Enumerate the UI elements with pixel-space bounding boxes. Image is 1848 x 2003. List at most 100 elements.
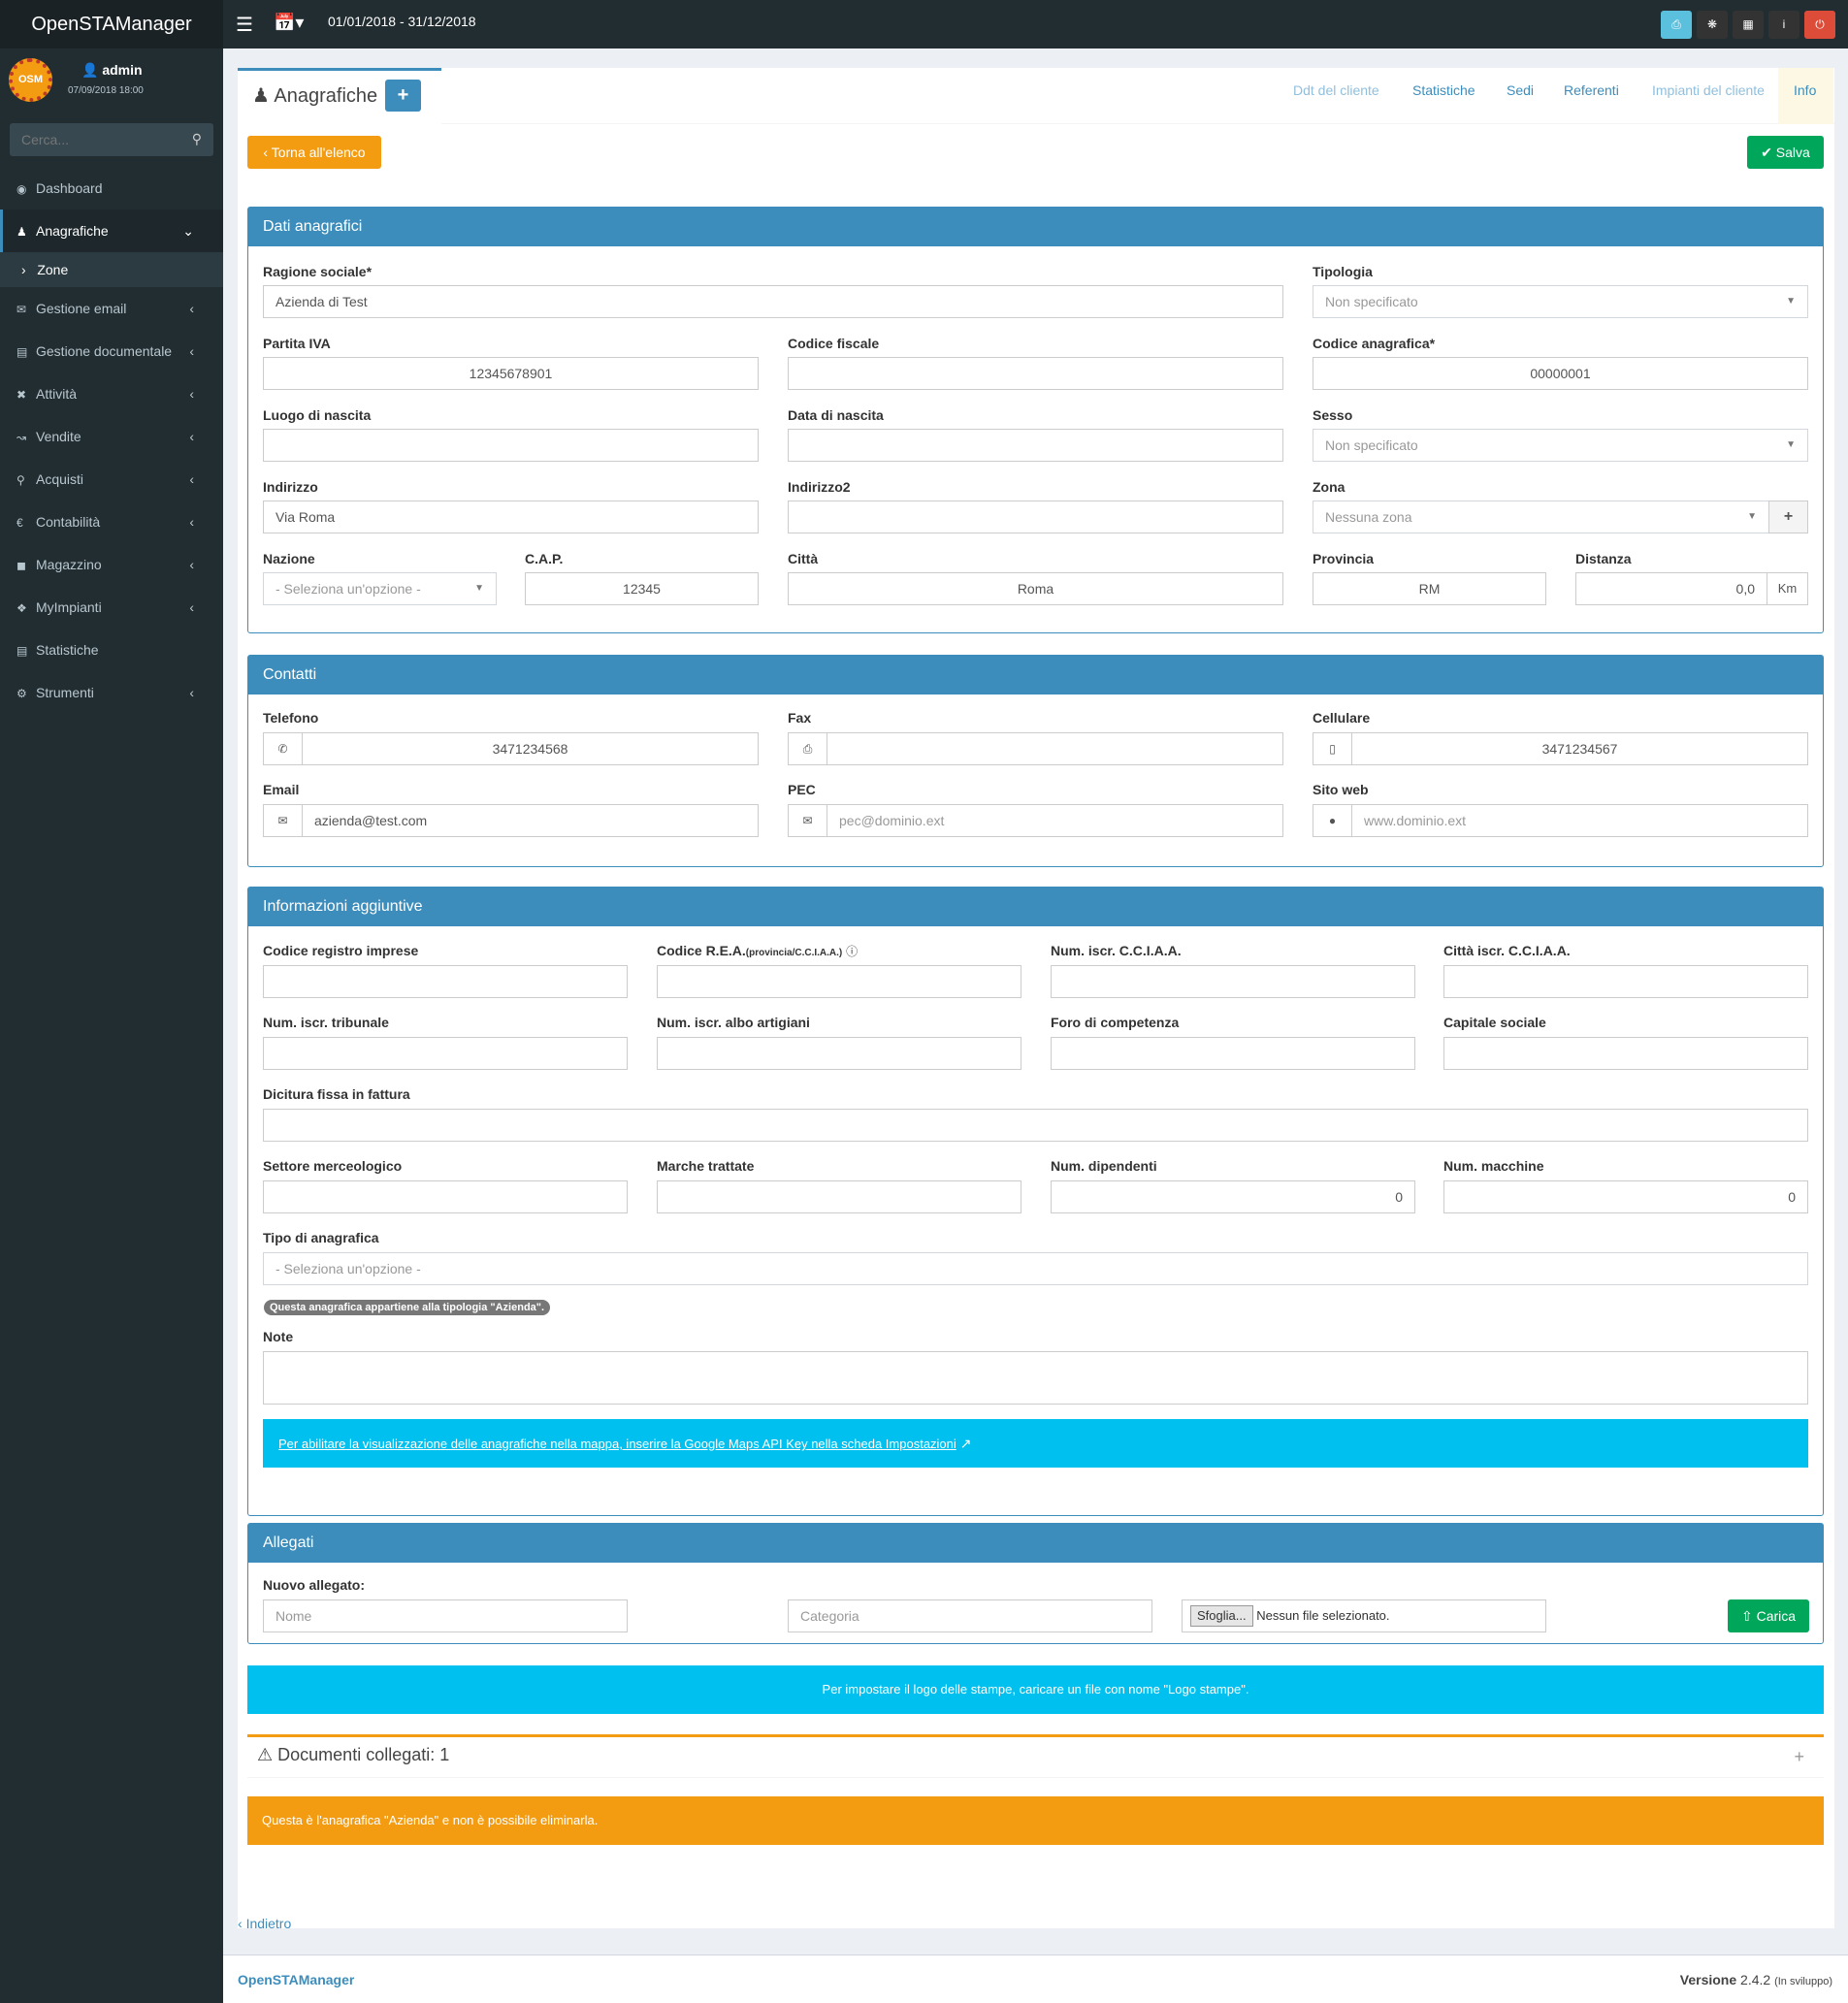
sidebar-item-strumenti[interactable]: ⚙ Strumenti ‹ — [0, 671, 223, 714]
gear-icon: ⚙ — [16, 687, 27, 700]
warning-icon: ⚠ — [257, 1745, 274, 1764]
tab-sedi[interactable]: Sedi — [1507, 82, 1534, 98]
indirizzo2-input[interactable] — [788, 501, 1283, 533]
pec-input[interactable]: pec@dominio.ext — [827, 804, 1283, 837]
codice-registro-input[interactable] — [263, 965, 628, 998]
tab-ddt-cliente[interactable]: Ddt del cliente — [1293, 82, 1379, 98]
macchine-input[interactable]: 0 — [1443, 1180, 1808, 1213]
data-nascita-input[interactable] — [788, 429, 1283, 462]
documenti-title: ⚠ Documenti collegati: 1 — [257, 1745, 450, 1764]
back-link[interactable]: ‹ Indietro — [238, 1916, 291, 1931]
footer-brand[interactable]: OpenSTAManager — [238, 1972, 354, 1987]
sidebar-item-gestione-email[interactable]: ✉ Gestione email ‹ — [0, 287, 223, 330]
info-icon[interactable]: i — [1768, 11, 1799, 39]
marche-input[interactable] — [657, 1180, 1021, 1213]
back-to-list-button[interactable]: ‹ Torna all'elenco — [247, 136, 381, 169]
sidebar-item-contabilita[interactable]: € Contabilità ‹ — [0, 501, 223, 543]
label-indirizzo2: Indirizzo2 — [788, 479, 851, 495]
upload-button[interactable]: ⇧ Carica — [1728, 1599, 1809, 1632]
caret-down-icon: ▼ — [1747, 511, 1757, 522]
add-anagrafica-button[interactable]: + — [385, 80, 421, 112]
num-tribunale-input[interactable] — [263, 1037, 628, 1070]
note-textarea[interactable] — [263, 1351, 1808, 1405]
bug-icon[interactable]: ❋ — [1697, 11, 1728, 39]
caret-down-icon: ▼ — [474, 583, 484, 594]
sidebar-item-vendite[interactable]: ↝ Vendite ‹ — [0, 415, 223, 458]
sidebar-item-gestione-documentale[interactable]: ▤ Gestione documentale ‹ — [0, 330, 223, 372]
tab-statistiche[interactable]: Statistiche — [1412, 82, 1475, 98]
bar-chart-icon: ▤ — [16, 644, 28, 658]
tab-referenti[interactable]: Referenti — [1564, 82, 1619, 98]
settore-input[interactable] — [263, 1180, 628, 1213]
sidebar-item-statistiche[interactable]: ▤ Statistiche — [0, 629, 223, 671]
calendar-icon[interactable]: 📅▾ — [274, 13, 304, 33]
albo-artigiani-input[interactable] — [657, 1037, 1021, 1070]
provincia-input[interactable]: RM — [1313, 572, 1546, 605]
codice-fiscale-input[interactable] — [788, 357, 1283, 390]
help-icon[interactable]: ⓘ — [846, 945, 858, 958]
allegato-nome-input[interactable]: Nome — [263, 1599, 628, 1632]
citta-cciaa-input[interactable] — [1443, 965, 1808, 998]
capitale-sociale-input[interactable] — [1443, 1037, 1808, 1070]
sesso-select[interactable]: Non specificato ▼ — [1313, 429, 1808, 462]
sidebar-item-magazzino[interactable]: ◼ Magazzino ‹ — [0, 543, 223, 586]
zona-select[interactable]: Nessuna zona ▼ — [1313, 501, 1769, 533]
tab-impianti-cliente[interactable]: Impianti del cliente — [1652, 82, 1765, 98]
indirizzo-input[interactable]: Via Roma — [263, 501, 759, 533]
book-icon[interactable]: ▦ — [1733, 11, 1764, 39]
ragione-sociale-input[interactable]: Azienda di Test — [263, 285, 1283, 318]
hamburger-icon[interactable]: ☰ — [236, 13, 253, 37]
num-cciaa-input[interactable] — [1051, 965, 1415, 998]
save-button[interactable]: ✔ Salva — [1747, 136, 1824, 169]
search-input[interactable] — [10, 123, 175, 156]
label-macchine: Num. macchine — [1443, 1158, 1544, 1174]
file-picker[interactable]: Sfoglia... Nessun file selezionato. — [1182, 1599, 1546, 1632]
cap-input[interactable]: 12345 — [525, 572, 759, 605]
period-selector[interactable]: 01/01/2018 - 31/12/2018 — [328, 14, 476, 29]
tab-info[interactable]: Info — [1794, 82, 1816, 98]
sidebar-item-myimpianti[interactable]: ❖ MyImpianti ‹ — [0, 586, 223, 629]
sidebar-item-anagrafiche[interactable]: ♟ Anagrafiche ⌄ — [0, 210, 223, 252]
sidebar-item-dashboard[interactable]: ◉ Dashboard — [0, 167, 223, 210]
fax-input[interactable] — [827, 732, 1283, 765]
search-icon[interactable]: ⚲ — [192, 131, 202, 147]
citta-input[interactable]: Roma — [788, 572, 1283, 605]
power-icon[interactable]: ⏻ — [1804, 11, 1835, 39]
codice-anagrafica-input[interactable]: 00000001 — [1313, 357, 1808, 390]
cellulare-input[interactable]: 3471234567 — [1351, 732, 1808, 765]
label-capitale-sociale: Capitale sociale — [1443, 1015, 1546, 1030]
user-panel: OSM 👤 admin 07/09/2018 18:00 — [0, 48, 223, 116]
allegato-categoria-input[interactable]: Categoria — [788, 1599, 1152, 1632]
label-note: Note — [263, 1329, 294, 1344]
file-icon: ▤ — [16, 345, 28, 359]
codice-rea-input[interactable] — [657, 965, 1021, 998]
telefono-input[interactable]: 3471234568 — [302, 732, 759, 765]
label-data-nascita: Data di nascita — [788, 407, 884, 423]
print-icon[interactable]: ⎙ — [1661, 11, 1692, 39]
tipo-anagrafica-select[interactable]: - Seleziona un'opzione - — [263, 1252, 1808, 1285]
partita-iva-input[interactable]: 12345678901 — [263, 357, 759, 390]
label-codice-fiscale: Codice fiscale — [788, 336, 880, 351]
sidebar-search: ⚲ — [10, 123, 213, 156]
luogo-nascita-input[interactable] — [263, 429, 759, 462]
logo-info-callout: Per impostare il logo delle stampe, cari… — [247, 1665, 1824, 1714]
cart-icon: ⚲ — [16, 473, 25, 487]
email-input[interactable]: azienda@test.com — [302, 804, 759, 837]
dicitura-input[interactable] — [263, 1109, 1808, 1142]
box-header: Dati anagrafici — [248, 208, 1823, 246]
browse-button[interactable]: Sfoglia... — [1190, 1605, 1253, 1627]
sito-web-input[interactable]: www.dominio.ext — [1351, 804, 1808, 837]
foro-competenza-input[interactable] — [1051, 1037, 1415, 1070]
dipendenti-input[interactable]: 0 — [1051, 1180, 1415, 1213]
sidebar-item-zone[interactable]: › Zone — [0, 252, 223, 287]
expand-icon[interactable]: + — [1794, 1747, 1804, 1767]
add-zona-button[interactable]: + — [1768, 501, 1808, 533]
distanza-input[interactable]: 0,0 — [1575, 572, 1767, 605]
sidebar-item-attivita[interactable]: ✖ Attività ‹ — [0, 372, 223, 415]
maps-settings-link[interactable]: Per abilitare la visualizzazione delle a… — [278, 1437, 956, 1451]
envelope-icon: ✉ — [263, 804, 303, 837]
app-logo[interactable]: OpenSTAManager — [0, 0, 223, 48]
tipologia-select[interactable]: Non specificato ▼ — [1313, 285, 1808, 318]
nazione-select[interactable]: - Seleziona un'opzione - ▼ — [263, 572, 497, 605]
sidebar-item-acquisti[interactable]: ⚲ Acquisti ‹ — [0, 458, 223, 501]
